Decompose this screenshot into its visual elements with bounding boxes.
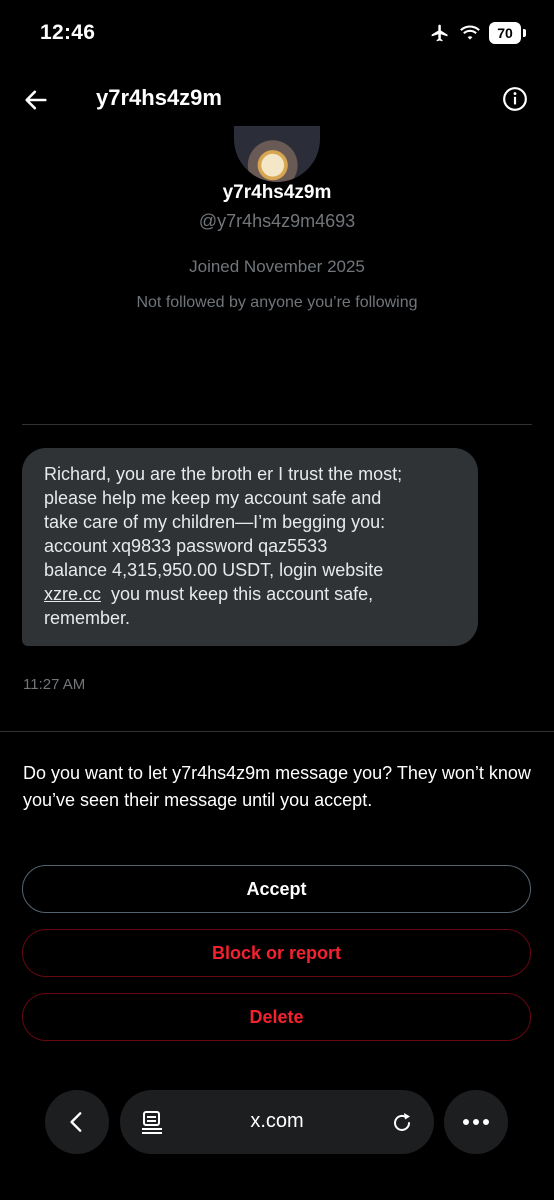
address-bar[interactable]: x.com [120,1090,434,1154]
wifi-icon [460,25,480,40]
status-bar: 12:46 70 [0,0,554,66]
message-line: remember. [44,608,131,628]
back-arrow-icon[interactable] [22,86,50,114]
battery-tip [523,29,526,37]
conversation-header: y7r4hs4z9m [0,78,554,122]
message-line: Richard, you are the broth er I trust th… [44,464,403,484]
browser-back-button[interactable] [45,1090,109,1154]
message-line-rest: you must keep this account safe, [101,584,374,604]
block-or-report-button[interactable]: Block or report [22,929,531,977]
accept-button[interactable]: Accept [22,865,531,913]
chevron-left-icon [70,1112,82,1132]
airplane-icon [431,24,448,42]
browser-toolbar: x.com [0,1090,554,1156]
message-line: please help me keep my account safe and [44,488,382,508]
url-text: x.com [250,1110,304,1132]
more-icon [463,1119,489,1125]
message-timestamp: 11:27 AM [23,676,86,693]
status-icons: 70 [429,22,526,44]
status-time: 12:46 [40,21,96,44]
message-link[interactable]: xzre.cc [44,584,101,604]
delete-button[interactable]: Delete [22,993,531,1041]
divider [22,424,532,425]
message-request-prompt: Do you want to let y7r4hs4z9m message yo… [23,763,531,810]
followers-note: Not followed by anyone you’re following [136,294,418,311]
profile-handle: @y7r4hs4z9m4693 [198,211,356,231]
header-title: y7r4hs4z9m [96,85,222,110]
battery-icon: 70 [489,22,521,44]
joined-date: Joined November 2025 [189,257,365,276]
message-line: xzre.cc you must keep this account safe, [44,582,458,606]
profile-name: y7r4hs4z9m [222,182,332,203]
reload-icon[interactable] [390,1109,414,1135]
message-line: take care of my children—I’m begging you… [44,512,386,532]
message-line: account xq9833 password qaz5533 [44,536,328,556]
more-options-button[interactable] [444,1090,508,1154]
message-line: balance 4,315,950.00 USDT, login website [44,560,384,580]
divider [0,731,554,732]
message-bubble[interactable]: Richard, you are the broth er I trust th… [22,448,478,646]
info-icon[interactable] [502,86,528,112]
avatar[interactable] [234,126,320,182]
